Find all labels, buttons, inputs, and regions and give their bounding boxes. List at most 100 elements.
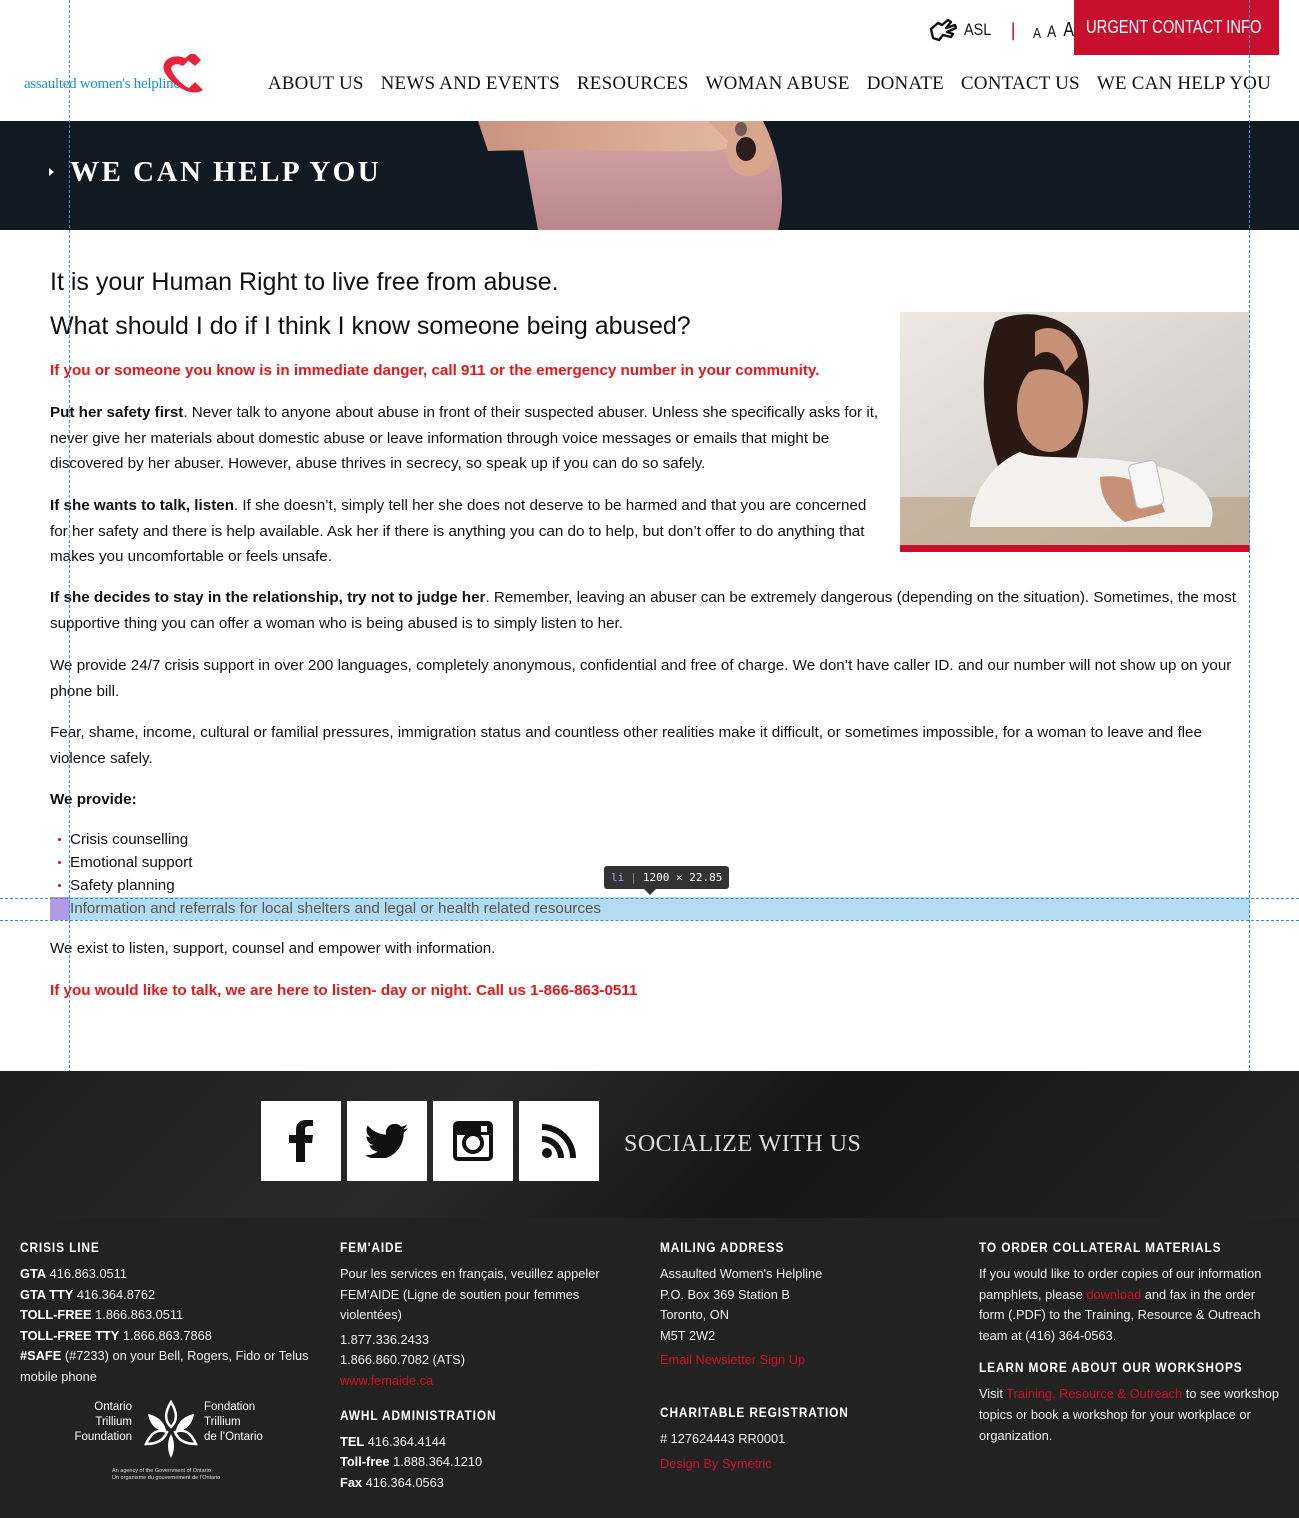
text-size-large-button[interactable]: A — [1063, 19, 1074, 42]
trillium-flower-icon — [144, 1400, 198, 1458]
admin-fax-label: Fax — [340, 1474, 363, 1490]
footer-mailing: MAILING ADDRESS Assaulted Women's Helpli… — [660, 1240, 940, 1474]
content-heading-rights: It is your Human Right to live free from… — [50, 268, 559, 296]
list-item: Crisis counselling — [50, 828, 1250, 851]
emergency-alert-top: If you or someone you know is in immedia… — [50, 362, 820, 379]
provide-label-text: We provide: — [50, 791, 137, 808]
banner-photo — [478, 121, 808, 230]
admin-tollfree-label: Toll-free — [340, 1454, 390, 1470]
paragraph-relationship-bold: If she decides to stay in the relationsh… — [50, 589, 486, 606]
facebook-button[interactable] — [261, 1101, 341, 1181]
main-nav: ABOUT US NEWS AND EVENTS RESOURCES WOMAN… — [268, 73, 1271, 95]
mailing-line1: Assaulted Women's Helpline — [660, 1266, 823, 1281]
footer-workshops-title: LEARN MORE ABOUT OUR WORKSHOPS — [979, 1360, 1243, 1376]
paragraph-safety: Put her safety first. Never talk to anyo… — [50, 400, 885, 477]
crisis-gta-number: 416.863.0511 — [49, 1266, 127, 1281]
crisis-tollfree-label: TOLL-FREE — [20, 1307, 92, 1323]
site-logo[interactable]: assaulted women's helpline — [24, 54, 203, 98]
crisis-safe-label: #SAFE — [20, 1348, 62, 1364]
site-header: assaulted women's helpline ASL | A A A U… — [0, 0, 1299, 121]
femaide-phone1: 1.877.336.2433 — [340, 1331, 429, 1347]
workshops-text: Visit Training, Resource & Outreach to s… — [979, 1386, 1279, 1443]
admin-tollfree-number: 1.888.364.1210 — [393, 1454, 483, 1470]
social-title: SOCIALIZE WITH US — [624, 1131, 862, 1157]
crisis-tollfree-tty-label: TOLL-FREE TTY — [20, 1327, 120, 1343]
footer-mailing-title: MAILING ADDRESS — [660, 1240, 785, 1255]
design-by-link[interactable]: Design By Symetric — [660, 1456, 772, 1471]
admin-fax: Fax 416.364.0563 — [340, 1473, 610, 1494]
crisis-gta-tty-label: GTA TTY — [20, 1286, 74, 1302]
text-size-controls: A A A — [1032, 19, 1075, 42]
nav-resources[interactable]: RESOURCES — [577, 73, 689, 95]
facebook-icon — [289, 1120, 313, 1162]
nav-about-us[interactable]: ABOUT US — [268, 73, 364, 95]
sign-language-icon — [929, 18, 958, 42]
admin-tel-label: TEL — [340, 1433, 365, 1449]
rss-button[interactable] — [519, 1101, 599, 1181]
provide-label: We provide: — [50, 787, 137, 813]
nav-we-can-help-you[interactable]: WE CAN HELP YOU — [1097, 73, 1271, 95]
content-heading-question: What should I do if I think I know someo… — [50, 312, 691, 340]
crisis-safe: #SAFE (#7233) on your Bell, Rogers, Fido… — [20, 1346, 320, 1387]
footer-crisis-title: CRISIS LINE — [20, 1240, 100, 1255]
footer-femaide: FEM'AIDE Pour les services en français, … — [340, 1240, 610, 1493]
admin-tel: TEL 416.364.4144 — [340, 1432, 610, 1453]
rss-icon — [542, 1124, 576, 1158]
footer-femaide-title: FEM'AIDE — [340, 1240, 404, 1255]
footer-collateral-title: TO ORDER COLLATERAL MATERIALS — [979, 1240, 1222, 1255]
trillium-foundation-logo[interactable]: Ontario Trillium Foundation Fondation Tr… — [68, 1400, 272, 1484]
footer-charitable-title: CHARITABLE REGISTRATION — [660, 1404, 849, 1420]
nav-woman-abuse[interactable]: WOMAN ABUSE — [706, 73, 850, 95]
paragraph-crisis-support: We provide 24/7 crisis support in over 2… — [50, 657, 1232, 700]
banner-arrow-icon — [49, 168, 54, 176]
utility-separator: | — [1010, 19, 1017, 41]
footer-crisis-line: CRISIS LINE GTA 416.863.0511 GTA TTY 416… — [20, 1240, 320, 1388]
devtools-tooltip: li | 1200 × 22.85 — [604, 866, 730, 895]
devtools-tag: li — [611, 871, 625, 884]
crisis-gta-label: GTA — [20, 1266, 47, 1281]
paragraph-relationship: If she decides to stay in the relationsh… — [50, 585, 1250, 636]
crisis-tollfree-tty: TOLL-FREE TTY 1.866.863.7868 — [20, 1326, 320, 1347]
text-size-small-button[interactable]: A — [1033, 25, 1041, 42]
paragraph-listen: If she wants to talk, listen. If she doe… — [50, 493, 885, 570]
paragraph-realities: Fear, shame, income, cultural or familia… — [50, 724, 1202, 767]
collateral-text: If you would like to order copies of our… — [979, 1266, 1262, 1343]
trillium-text-en: Ontario Trillium Foundation — [74, 1401, 132, 1443]
trillium-agency-text: An agency of the Government of Ontario U… — [112, 1468, 221, 1481]
femaide-link[interactable]: www.femaide.ca — [340, 1373, 433, 1388]
femaide-text: Pour les services en français, veuillez … — [340, 1266, 600, 1323]
download-link[interactable]: download — [1086, 1287, 1141, 1302]
crisis-gta-tty-number: 416.364.8762 — [76, 1286, 156, 1302]
trillium-text-fr: Fondation Trillium de l’Ontario — [204, 1401, 263, 1443]
nav-contact-us[interactable]: CONTACT US — [961, 73, 1080, 95]
instagram-icon — [453, 1121, 493, 1161]
twitter-icon — [366, 1124, 408, 1158]
devtools-guide-horizontal — [0, 920, 1299, 921]
text-size-medium-button[interactable]: A — [1047, 22, 1056, 42]
woman-with-phone-photo — [900, 312, 1250, 552]
crisis-tollfree-number: 1.866.863.0511 — [95, 1307, 184, 1323]
nav-news-and-events[interactable]: NEWS AND EVENTS — [381, 73, 560, 95]
page-banner: WE CAN HELP YOU — [0, 121, 1299, 230]
twitter-button[interactable] — [347, 1101, 427, 1181]
charitable-number: # 127624443 RR0001 — [660, 1430, 786, 1446]
phone-handset-icon — [163, 54, 203, 93]
page-title: WE CAN HELP YOU — [70, 156, 382, 188]
newsletter-link[interactable]: Email Newsletter Sign Up — [660, 1352, 805, 1367]
urgent-contact-label: URGENT CONTACT INFO — [1086, 17, 1262, 37]
admin-fax-number: 416.364.0563 — [365, 1474, 444, 1490]
instagram-button[interactable] — [433, 1101, 513, 1181]
admin-tel-number: 416.364.4144 — [367, 1433, 447, 1449]
mailing-line3: Toronto, ON — [660, 1307, 729, 1323]
mailing-line2: P.O. Box 369 Station B — [660, 1286, 790, 1302]
logo-text: assaulted women's helpline — [24, 76, 180, 92]
admin-tollfree: Toll-free 1.888.364.1210 — [340, 1452, 610, 1473]
paragraph-safety-bold: Put her safety first — [50, 404, 184, 421]
asl-link[interactable]: ASL — [928, 17, 996, 43]
footer-collateral: TO ORDER COLLATERAL MATERIALS If you wou… — [979, 1240, 1279, 1446]
devtools-size: 1200 × 22.85 — [642, 871, 723, 884]
paragraph-listen-bold: If she wants to talk, listen — [50, 497, 234, 514]
asl-label: ASL — [964, 20, 992, 39]
training-outreach-link[interactable]: Training, Resource & Outreach — [1006, 1386, 1182, 1401]
nav-donate[interactable]: DONATE — [867, 73, 944, 95]
